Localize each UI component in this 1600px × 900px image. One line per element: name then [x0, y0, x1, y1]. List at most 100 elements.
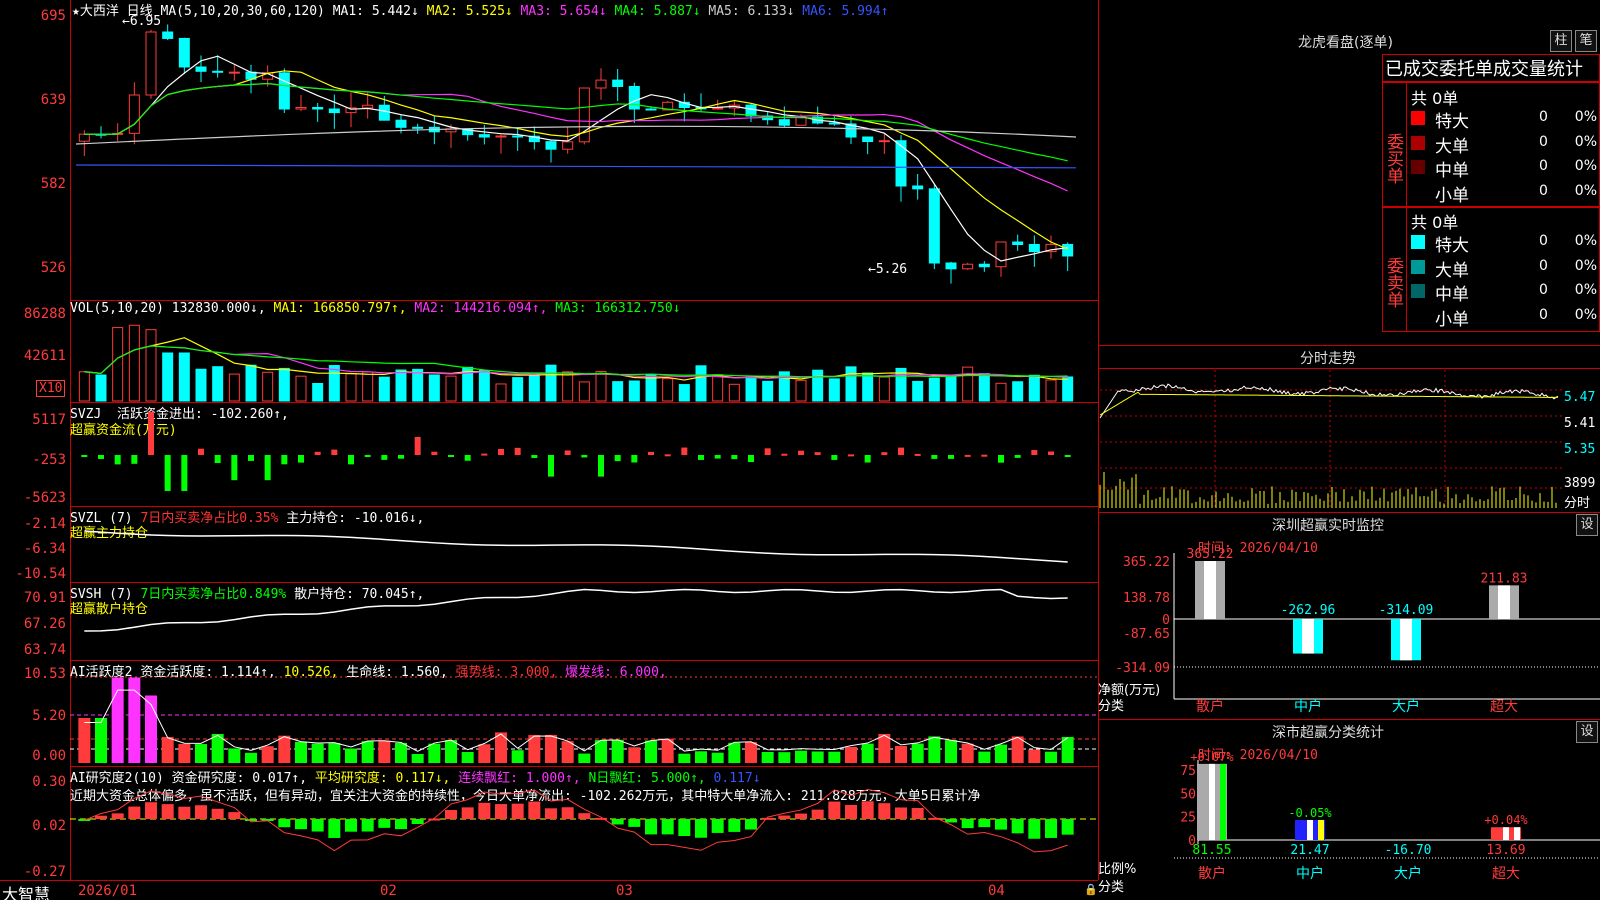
sz-monitor-panel[interactable]: 深圳超赢实时监控 设 时间: 2026/04/10 365.22 138.78 0-… [1098, 513, 1600, 719]
svzl-pane[interactable]: SVZL (7) 7日内买卖净占比0.35% 主力持仓: -10.016↓, 超… [70, 506, 1098, 582]
flow-bar [81, 455, 88, 457]
activity-bar [845, 746, 857, 763]
szc-value-label: 21.47 [1290, 843, 1329, 858]
order-row-2: 大单 0 0% [1411, 132, 1599, 157]
flow-bar [781, 453, 788, 456]
aiact-ytick-1: 10.53 [23, 666, 66, 682]
activity-bar [95, 718, 107, 763]
research-bar [1045, 819, 1057, 838]
flow-bar [381, 455, 388, 460]
research-bar [461, 807, 474, 819]
research-bar [711, 819, 724, 833]
research-bar [828, 801, 841, 819]
research-bar [1011, 819, 1024, 834]
activity-bar [261, 746, 274, 763]
flow-bar [981, 454, 988, 457]
order-type: 大单 [1435, 136, 1469, 157]
activity-bar [995, 744, 1007, 763]
research-bar [578, 813, 591, 819]
research-bar [161, 804, 174, 819]
activity-bar [378, 740, 391, 763]
svzj-pane[interactable]: SVZJ 活跃资金进出: -102.260↑, 超赢资金流(万元) [70, 402, 1098, 506]
candlestick-chart[interactable] [70, 18, 1098, 298]
order-pct: 0% [1574, 233, 1597, 249]
volume-bar [812, 369, 824, 402]
flow-bar [98, 455, 104, 459]
volume-bar [628, 380, 640, 402]
volume-bar [195, 368, 207, 402]
activity-bar [461, 752, 474, 763]
volume-pane[interactable]: VOL(5,10,20) 132830.000↓, MA1: 166850.79… [70, 300, 1098, 402]
price-pane[interactable]: ★大西洋 日线 MA(5,10,20,30,60,120) MA1: 5.442… [0, 0, 1098, 300]
stock-name: ★大西洋 [72, 4, 119, 19]
activity-bar [878, 733, 891, 763]
research-bar [895, 807, 907, 819]
activity-bar [578, 753, 591, 763]
candle [228, 64, 240, 81]
svzl-ytick-2: -6.34 [23, 541, 66, 557]
volume-bar [862, 372, 874, 402]
candle [545, 139, 557, 163]
szm-value-label: 365.22 [1187, 547, 1234, 562]
volume-bar [478, 370, 490, 402]
volume-bar [362, 371, 374, 402]
activity-bar [861, 743, 874, 763]
szm-ytick: -87.65 [1123, 627, 1170, 642]
fs-ytick-1: 5.47 [1564, 390, 1596, 405]
research-bar [328, 819, 341, 838]
research-bar [411, 819, 424, 825]
volume-bar [712, 374, 724, 402]
fs-unit: 分时 [1564, 496, 1591, 511]
research-bar [995, 819, 1007, 830]
low-price-label: ←5.26 [868, 262, 908, 277]
svsh-ytick-3: 63.74 [23, 642, 66, 658]
sz-monitor-xlabel: 分类 [1098, 699, 1125, 714]
szc-change-label: +0.07% [1190, 750, 1234, 764]
flow-bar [698, 455, 704, 460]
szm-bar [1195, 561, 1225, 619]
lock-icon[interactable]: 🔒 [1084, 883, 1098, 896]
svsh-pane[interactable]: SVSH (7) 7日内买卖净占比0.849% 散户持仓: 70.045↑, 超… [70, 582, 1098, 660]
candle [328, 94, 340, 129]
flow-bar [431, 451, 438, 455]
szc-bar [1295, 819, 1325, 840]
flow-bar [948, 455, 954, 459]
flow-bar [548, 455, 554, 477]
vol-ma-value-3: MA3: 166312.750↓ [547, 301, 681, 316]
bar-mode-button[interactable]: 柱 [1550, 30, 1572, 52]
flow-bar [481, 453, 488, 456]
szm-ytick: 138.78 [1123, 591, 1170, 606]
ai-research-chart [70, 788, 1098, 853]
flow-bar [1048, 451, 1054, 455]
svsh-ytick-1: 70.91 [23, 590, 66, 606]
volume-bar [128, 324, 140, 402]
research-bar [861, 801, 874, 819]
sz-class-panel[interactable]: 深市超赢分类统计 设 时间: 2026/04/10 75 50 25 0 +0.07% 8… [1098, 720, 1600, 900]
ai-activity-pane[interactable]: AI活跃度2 资金活跃度: 1.114↑, 10.526, 生命线: 1.560… [70, 660, 1098, 766]
svzj-ytick-1: 5117 [32, 412, 66, 428]
research-bar [195, 805, 207, 819]
research-bar [361, 819, 374, 832]
research-bar [495, 804, 507, 819]
research-bar [378, 819, 391, 828]
activity-bar [978, 751, 991, 763]
ai-research-pane[interactable]: AI研究度2(10) 资金研究度: 0.017↑, 平均研究度: 0.117↓,… [70, 766, 1098, 880]
ma120-line [75, 125, 1077, 145]
research-bar [395, 819, 407, 830]
volume-bar [1045, 379, 1057, 402]
intraday-panel[interactable]: 分时走势 5.47 5.41 5.35 3899 分时 [1098, 346, 1600, 512]
tick-mode-button[interactable]: 笔 [1575, 30, 1597, 52]
order-pct: 0% [1574, 182, 1597, 199]
activity-bar [1028, 749, 1041, 763]
volume-bar [395, 369, 407, 402]
order-row-4: 小单 0 0% [1411, 181, 1599, 206]
volume-bar [1028, 374, 1040, 402]
activity-bar [628, 747, 641, 763]
activity-bar [161, 737, 174, 763]
activity-bar [411, 753, 424, 763]
x-tick-jan: 2026/01 [78, 883, 138, 899]
flow-bar [448, 455, 454, 457]
flow-bar [714, 455, 721, 459]
candle [145, 29, 157, 99]
volume-bar [612, 381, 624, 402]
